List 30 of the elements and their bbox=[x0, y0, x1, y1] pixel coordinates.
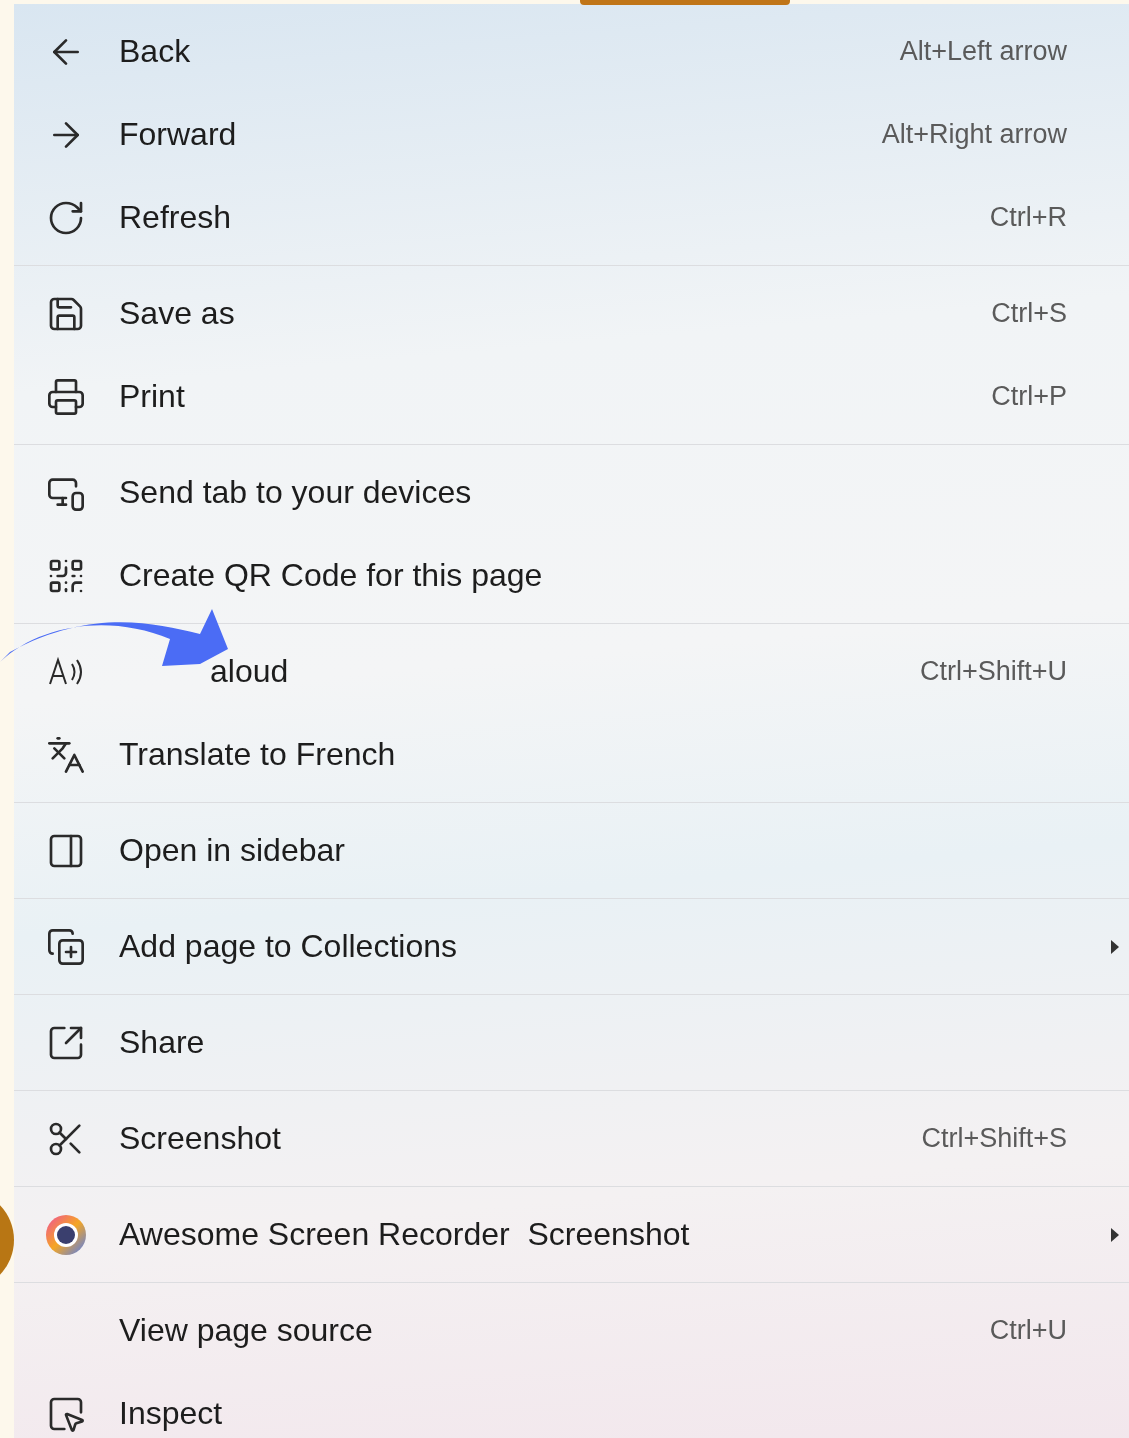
shortcut-text: Ctrl+U bbox=[989, 1315, 1067, 1346]
menu-item-label[interactable]: View page source bbox=[119, 1312, 373, 1349]
menu-item-label[interactable]: Forward bbox=[119, 116, 237, 153]
menu-item-label[interactable]: Back bbox=[119, 33, 191, 70]
menu-item-label[interactable]: Print bbox=[119, 378, 185, 415]
menu-item-label[interactable]: Refresh bbox=[119, 199, 232, 236]
menu-item-label[interactable]: Save as bbox=[119, 295, 235, 332]
shortcut-text: Alt+Right arrow bbox=[881, 119, 1067, 150]
collections-icon bbox=[46, 926, 86, 967]
menu-item-label[interactable]: Add page to Collections bbox=[119, 928, 457, 965]
recorder-icon bbox=[44, 1212, 88, 1257]
submenu-caret-icon bbox=[1109, 938, 1121, 955]
menu-item-label[interactable]: Awesome Screen Recorder Screenshot bbox=[119, 1216, 690, 1253]
menu-item-label[interactable]: Translate to French bbox=[119, 736, 396, 773]
shortcut-text: Ctrl+Shift+U bbox=[919, 656, 1067, 687]
menu-item-label[interactable]: Inspect bbox=[119, 1395, 223, 1432]
printer-icon bbox=[46, 376, 86, 417]
shortcut-text: Ctrl+S bbox=[991, 298, 1067, 329]
menu-item-label[interactable]: aloud bbox=[210, 653, 289, 690]
menu-item-label[interactable]: Send tab to your devices bbox=[119, 474, 472, 511]
menu-item-label[interactable]: Share bbox=[119, 1024, 205, 1061]
menu-item-label[interactable]: Screenshot bbox=[119, 1120, 281, 1157]
menu-item-label[interactable]: Create QR Code for this page bbox=[119, 557, 543, 594]
translate-icon bbox=[46, 734, 86, 775]
submenu-caret-icon bbox=[1109, 1226, 1121, 1243]
shortcut-text: Ctrl+P bbox=[991, 381, 1067, 412]
shortcut-text: Ctrl+Shift+S bbox=[921, 1123, 1067, 1154]
shortcut-text: Ctrl+R bbox=[989, 202, 1067, 233]
shortcut-text: Alt+Left arrow bbox=[899, 36, 1067, 67]
menu-item-label[interactable]: Open in sidebar bbox=[119, 832, 345, 869]
